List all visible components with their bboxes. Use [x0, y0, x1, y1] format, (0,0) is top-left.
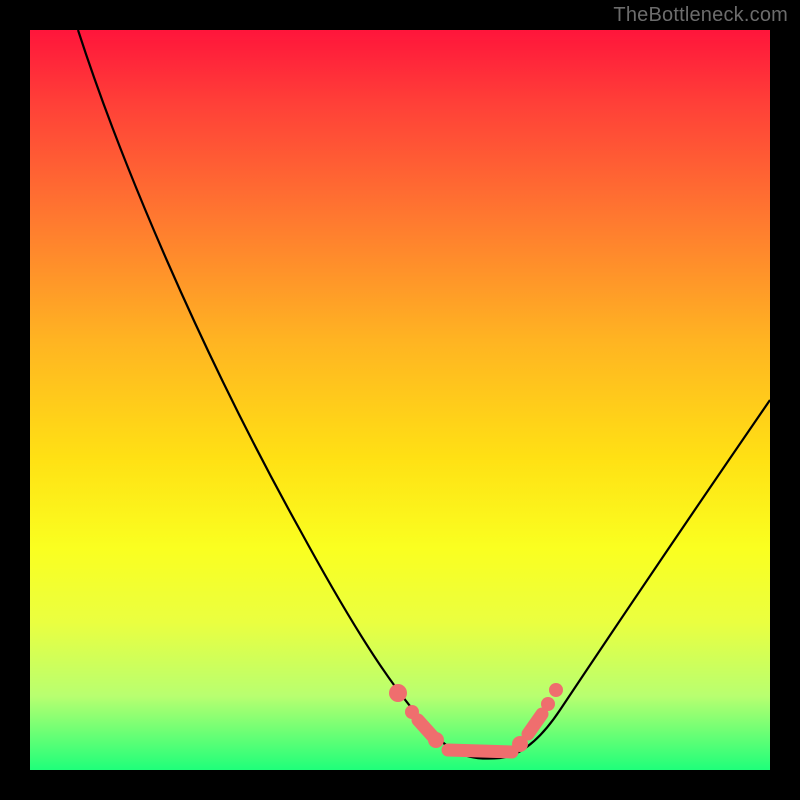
watermark-text: TheBottleneck.com: [613, 4, 788, 27]
gradient-plot-area: [30, 30, 770, 770]
